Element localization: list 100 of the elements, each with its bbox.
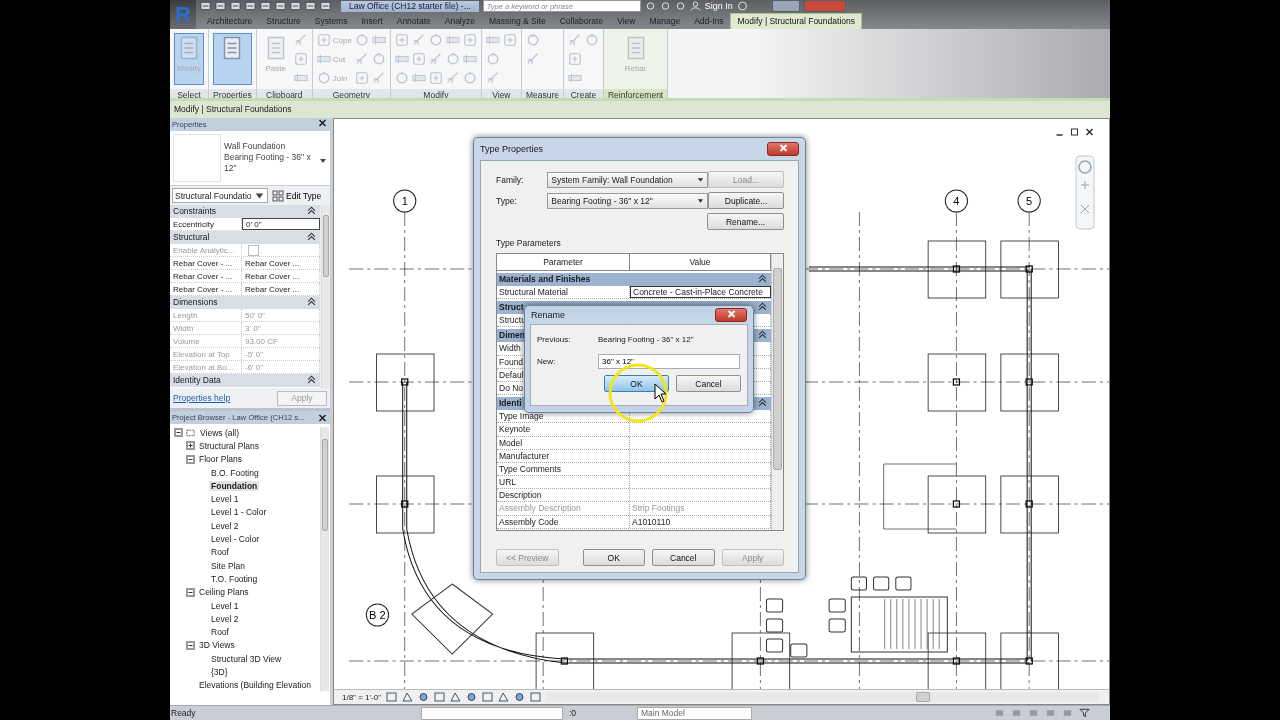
tree-item[interactable]: T.O. Footing <box>209 573 260 584</box>
selection-icon[interactable] <box>1028 708 1039 718</box>
toolbar-icon[interactable] <box>659 1 671 11</box>
value-field[interactable]: Concrete - Cast-in-Place Concrete <box>630 286 771 299</box>
help-icon[interactable] <box>736 1 748 11</box>
tree-item[interactable]: Foundation <box>209 480 260 491</box>
close-button[interactable] <box>715 308 747 322</box>
collapse-icon[interactable] <box>757 329 768 340</box>
collapse-icon[interactable] <box>306 296 317 306</box>
selection-icon[interactable] <box>994 708 1005 718</box>
filter-icon[interactable] <box>1079 708 1090 718</box>
ribbon-tab[interactable]: Modify | Structural Foundations <box>730 13 862 29</box>
scrollbar[interactable] <box>321 205 330 388</box>
expand-toggle-icon[interactable] <box>186 640 195 650</box>
ribbon-tab[interactable]: Architecture <box>200 13 260 29</box>
horizontal-scrollbar[interactable] <box>546 692 1099 702</box>
close-button[interactable] <box>767 142 799 156</box>
view-control-icon[interactable] <box>498 692 509 702</box>
toolbar-icon[interactable] <box>290 1 301 11</box>
group-header[interactable]: Identity Data <box>170 374 320 387</box>
tree-item[interactable]: Roof <box>209 627 231 638</box>
selection-icon[interactable] <box>1011 708 1022 718</box>
tree-item[interactable]: Elevations (Building Elevation <box>197 680 313 691</box>
collapse-icon[interactable] <box>306 231 317 241</box>
tree-item[interactable]: Level - Color <box>209 534 262 544</box>
tree-item[interactable]: Floor Plans <box>197 454 244 465</box>
collapse-icon[interactable] <box>306 374 317 384</box>
collapse-icon[interactable] <box>306 205 317 215</box>
dropdown-icon[interactable] <box>319 157 327 165</box>
tree-item[interactable]: 3D Views <box>197 640 237 651</box>
view-control-icon[interactable] <box>514 692 525 702</box>
view-control-icon[interactable] <box>466 692 477 702</box>
ribbon-tab[interactable]: Systems <box>307 13 355 29</box>
group-header[interactable]: Materials and Finishes <box>497 273 771 286</box>
toolbar-icon[interactable] <box>200 1 211 11</box>
value-field[interactable]: 0' 0" <box>242 218 320 230</box>
ribbon-tab[interactable]: Annotate <box>389 13 438 29</box>
name-field[interactable]: 36" x 12" <box>598 353 740 369</box>
tree-item[interactable]: Level 1 - Color <box>209 507 269 518</box>
collapse-icon[interactable] <box>757 273 768 283</box>
ribbon-tab[interactable]: Massing & Site <box>482 13 553 29</box>
tree-item[interactable]: Views (all) <box>198 427 242 438</box>
view-control-icon[interactable] <box>418 692 429 702</box>
ribbon-tab[interactable]: View <box>610 13 643 29</box>
navigation-bar[interactable] <box>1075 155 1095 230</box>
collapse-icon[interactable] <box>757 397 768 408</box>
sign-in-link[interactable]: Sign In <box>704 1 733 11</box>
type-selector[interactable]: Wall Foundation Bearing Footing - 36" x 12" <box>170 131 330 186</box>
group-header[interactable]: Constraints <box>170 205 320 218</box>
ribbon-tab[interactable]: Collaborate <box>552 13 611 29</box>
tree-item[interactable]: Level 2 <box>209 520 241 531</box>
model-dropdown[interactable]: Main Model <box>637 706 752 720</box>
tree-item[interactable]: Ceiling Plans <box>197 587 251 598</box>
tree-item[interactable]: Site Plan <box>209 560 248 571</box>
ribbon-tab[interactable]: Manage <box>642 13 688 29</box>
user-icon[interactable] <box>689 1 701 11</box>
dialog-button[interactable]: OK <box>582 549 645 566</box>
tree-item[interactable]: Roof <box>209 547 231 558</box>
ribbon-tab[interactable]: Add-Ins <box>687 13 731 29</box>
expand-toggle-icon[interactable] <box>186 454 195 464</box>
toolbar-icon[interactable] <box>215 1 226 11</box>
view-scale[interactable]: 1/8" = 1'-0" <box>342 692 381 702</box>
toolbar-icon[interactable] <box>275 1 286 11</box>
scrollbar[interactable] <box>771 254 783 530</box>
tree-item[interactable]: Structural Plans <box>197 440 261 451</box>
close-icon[interactable] <box>317 412 328 423</box>
dialog-button[interactable]: Cancel <box>652 549 715 566</box>
view-control-icon[interactable] <box>386 692 397 702</box>
toolbar-icon[interactable] <box>230 1 241 11</box>
toolbar-icon[interactable] <box>260 1 271 11</box>
ribbon-tab[interactable]: Analyze <box>437 13 482 29</box>
group-header[interactable]: Dimensions <box>170 296 320 309</box>
selection-icon[interactable] <box>1062 708 1073 718</box>
toolbar-icon[interactable] <box>245 1 256 11</box>
restore-icon[interactable] <box>1069 127 1080 137</box>
expand-toggle-icon[interactable] <box>186 587 195 597</box>
edit-type-button[interactable]: Edit Type <box>272 189 322 202</box>
tree-item[interactable]: {3D} <box>209 667 230 677</box>
toolbar-icon[interactable] <box>320 1 331 11</box>
dialog-button[interactable]: Cancel <box>676 375 741 392</box>
selection-icon[interactable] <box>1045 708 1056 718</box>
tree-item[interactable]: Level 1 <box>209 600 241 611</box>
tree-item[interactable]: Level 2 <box>209 613 241 624</box>
toolbar-icon[interactable] <box>644 1 656 11</box>
help-link[interactable]: Properties help <box>173 393 231 403</box>
view-control-icon[interactable] <box>434 692 445 702</box>
scrollbar[interactable] <box>320 427 329 691</box>
expand-toggle-icon[interactable] <box>174 428 183 438</box>
tree-item[interactable]: Structural 3D View <box>209 653 284 664</box>
view-control-icon[interactable] <box>402 692 413 702</box>
view-control-icon[interactable] <box>482 692 493 702</box>
close-icon[interactable] <box>1084 127 1095 137</box>
expand-toggle-icon[interactable] <box>186 441 195 451</box>
collapse-icon[interactable] <box>757 301 768 312</box>
toolbar-icon[interactable] <box>305 1 316 11</box>
properties-button[interactable] <box>213 33 252 85</box>
category-dropdown[interactable]: Structural Foundatio <box>172 188 268 203</box>
toolbar-icon[interactable] <box>674 1 686 11</box>
ribbon-tab[interactable]: Insert <box>354 13 390 29</box>
ribbon-tab[interactable]: Structure <box>259 13 308 29</box>
